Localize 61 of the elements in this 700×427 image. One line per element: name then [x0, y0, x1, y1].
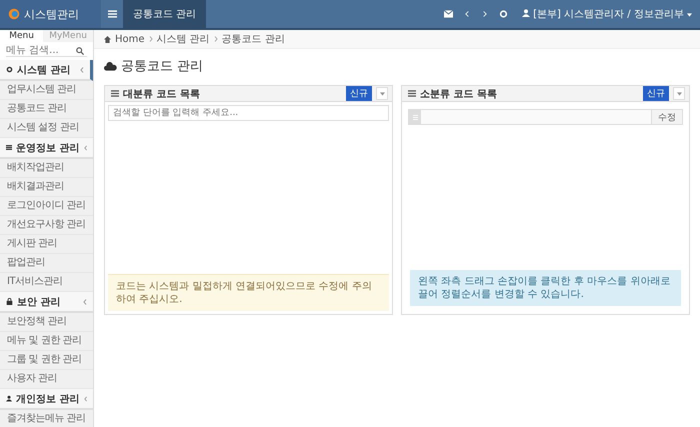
menu-group[interactable]: 시스템 관리 — [0, 60, 93, 81]
user-menu[interactable]: [본부] 시스템관리자 / 정보관리부 — [514, 7, 700, 21]
menu-item[interactable]: 그룹 및 권한 관리 — [0, 351, 93, 370]
list-icon — [408, 90, 416, 97]
new-button[interactable]: 신규 — [643, 86, 669, 101]
sidebar-tab[interactable]: MyMenu — [43, 30, 93, 42]
breadcrumb-link[interactable]: 시스템 관리 — [156, 32, 210, 46]
menu-item[interactable]: 로그인아이디 관리 — [0, 197, 93, 216]
list-icon — [111, 90, 119, 97]
menu-item[interactable]: IT서비스관리 — [0, 273, 93, 292]
chevron-right-icon[interactable] — [482, 10, 487, 18]
lock-icon — [6, 298, 13, 305]
app-title: 시스템관리 — [24, 6, 79, 22]
user-icon — [522, 9, 530, 17]
menu-item[interactable]: 팝업관리 — [0, 254, 93, 273]
dropdown-button[interactable] — [376, 87, 388, 100]
menu-group[interactable]: 운영정보 관리 — [0, 138, 93, 159]
menu-item[interactable]: 배치결과관리 — [0, 178, 93, 197]
chevron-icon — [80, 66, 84, 72]
menu-item[interactable]: 개선요구사항 관리 — [0, 216, 93, 235]
menu-group[interactable]: 보안 관리 — [0, 292, 93, 313]
search-field[interactable]: 검색할 단어를 입력해 주세요... — [108, 105, 389, 121]
menu-item[interactable]: 사용자 관리 — [0, 370, 93, 389]
menu-item[interactable]: 메뉴 및 권한 관리 — [0, 332, 93, 351]
menu-item[interactable]: 공통코드 관리 — [0, 100, 93, 119]
menu-item[interactable]: 배치작업관리 — [0, 159, 93, 178]
new-button[interactable]: 신규 — [346, 86, 372, 101]
settings-icon — [6, 66, 13, 73]
notice-message: 왼쪽 좌측 드래그 손잡이를 클릭한 후 마우스를 위아래로 끌어 정렬순서를 변경할 수 있습니다. — [410, 270, 681, 306]
chevron-icon — [84, 144, 87, 150]
panel-title: 대분류 코드 목록 — [123, 88, 201, 100]
caret-icon — [687, 13, 692, 17]
breadcrumb-link[interactable]: Home — [115, 34, 145, 44]
mail-icon[interactable] — [444, 10, 453, 18]
settings-icon[interactable] — [498, 10, 508, 18]
menu-icon — [108, 10, 116, 18]
logo-icon — [8, 8, 20, 20]
chevron-icon — [84, 396, 87, 402]
menu-item[interactable]: 시스템 설정 관리 — [0, 119, 93, 138]
panel-title: 소분류 코드 목록 — [420, 88, 498, 100]
user-icon — [6, 395, 12, 402]
caret-icon — [676, 92, 682, 96]
dropdown-button[interactable] — [673, 87, 685, 100]
caret-icon — [380, 92, 384, 96]
chevron-left-icon[interactable] — [464, 10, 470, 18]
menu-item[interactable]: 즐겨찾는메뉴 관리 — [0, 410, 93, 427]
cloud-icon — [104, 62, 117, 70]
chevron-right-icon — [214, 36, 218, 42]
menu-item[interactable]: 업무시스템 관리 — [0, 81, 93, 100]
page-title: 공통코드 관리 — [121, 58, 204, 75]
home-icon — [104, 36, 111, 42]
chevron-icon — [83, 298, 87, 304]
menu-group[interactable]: 개인정보 관리 — [0, 389, 93, 410]
breadcrumb-link[interactable]: 공통코드 관리 — [222, 32, 285, 46]
notice-message: 코드는 시스템과 밀접하게 연결되어있으므로 수정에 주의하여 주십시오. — [108, 274, 389, 311]
menu-item[interactable]: 게시판 관리 — [0, 235, 93, 254]
menu-item[interactable]: 보안정책 관리 — [0, 313, 93, 332]
chevron-right-icon — [148, 36, 153, 42]
search-icon — [76, 46, 84, 54]
list-icon — [6, 144, 12, 151]
page-tab[interactable]: 공통코드 관리 — [123, 0, 206, 28]
